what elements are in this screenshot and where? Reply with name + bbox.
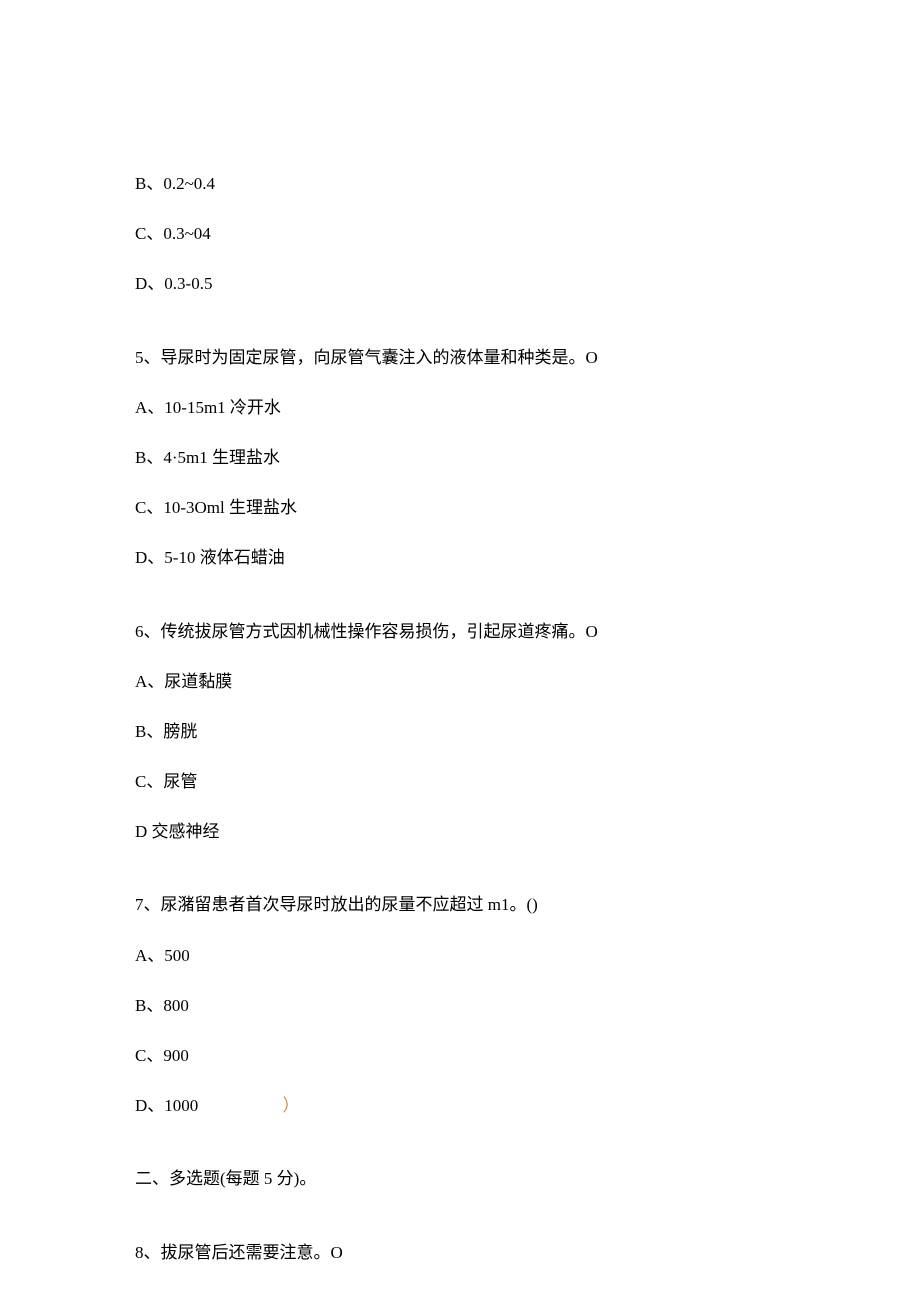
q5-stem: 5、导尿时为固定尿管，向尿管气囊注入的液体量和种类是。O (135, 344, 785, 371)
q7-option-c: C、900 (135, 1042, 785, 1069)
q7-paren: ） (283, 1096, 300, 1115)
q7-option-d: D、1000 ） (135, 1092, 785, 1119)
spacer (135, 1216, 785, 1239)
q7-option-d-text: D、1000 (135, 1096, 198, 1115)
spacer (135, 321, 785, 344)
q4-option-d: D、0.3-0.5 (135, 270, 785, 297)
q6-option-b: B、膀胱 (135, 718, 785, 745)
q5-option-d: D、5-10 液体石蜡油 (135, 544, 785, 571)
spacer (135, 1142, 785, 1165)
section-2-heading: 二、多选题(每题 5 分)。 (135, 1165, 785, 1192)
q7-option-a: A、500 (135, 942, 785, 969)
q8-stem: 8、拔尿管后还需要注意。O (135, 1239, 785, 1266)
spacer (135, 595, 785, 618)
q7-option-b: B、800 (135, 992, 785, 1019)
q6-option-d: D 交感神经 (135, 818, 785, 845)
q5-option-c: C、10-3Oml 生理盐水 (135, 494, 785, 521)
q4-option-c: C、0.3~04 (135, 220, 785, 247)
q6-option-c: C、尿管 (135, 768, 785, 795)
q6-option-a: A、尿道黏膜 (135, 668, 785, 695)
spacer (135, 868, 785, 891)
q6-stem: 6、传统拔尿管方式因机械性操作容易损伤，引起尿道疼痛。O (135, 618, 785, 645)
q4-option-b: B、0.2~0.4 (135, 170, 785, 197)
q7-stem: 7、尿潴留患者首次导尿时放出的尿量不应超过 m1。() (135, 891, 785, 918)
q5-option-b: B、4·5m1 生理盐水 (135, 444, 785, 471)
q5-option-a: A、10-15m1 冷开水 (135, 394, 785, 421)
